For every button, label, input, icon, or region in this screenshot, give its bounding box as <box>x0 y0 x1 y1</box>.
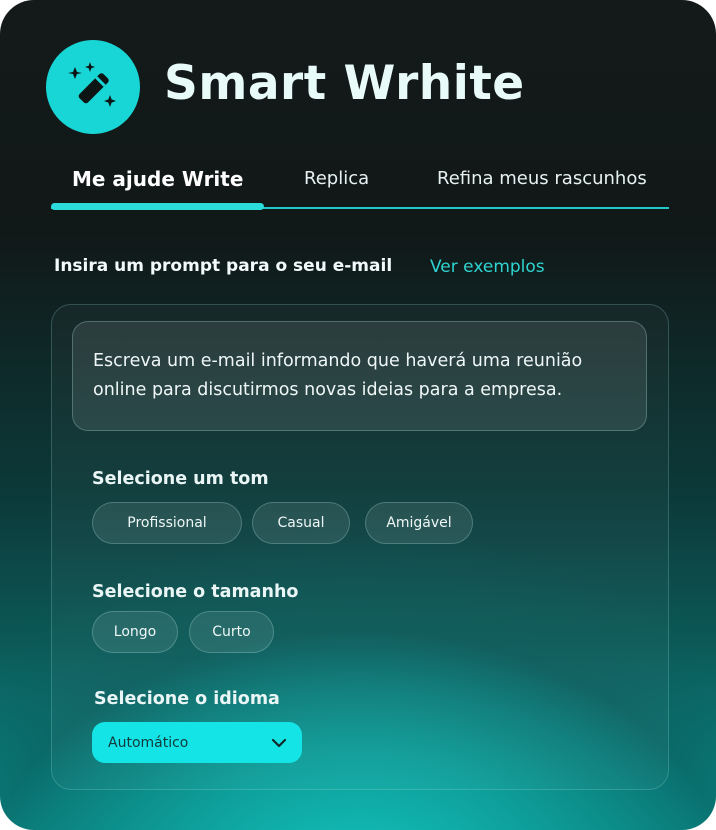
app-title: Smart Wrhite <box>164 56 525 111</box>
size-chip-longo[interactable]: Longo <box>92 611 178 653</box>
tab-refina-rascunhos[interactable]: Refina meus rascunhos <box>437 168 647 189</box>
chevron-down-icon <box>271 738 287 748</box>
size-chip-curto[interactable]: Curto <box>189 611 274 653</box>
options-card: Escreva um e-mail informando que haverá … <box>51 304 669 790</box>
tone-chip-amigavel[interactable]: Amigável <box>365 502 473 544</box>
tone-chip-casual[interactable]: Casual <box>252 502 350 544</box>
tab-me-ajude-write[interactable]: Me ajude Write <box>72 167 243 191</box>
language-label: Selecione o idioma <box>94 689 280 709</box>
language-select[interactable]: Automático <box>92 722 302 763</box>
app-logo <box>46 40 140 134</box>
prompt-input[interactable]: Escreva um e-mail informando que haverá … <box>72 321 647 431</box>
tone-label: Selecione um tom <box>92 469 269 489</box>
size-label: Selecione o tamanho <box>92 582 299 602</box>
see-examples-link[interactable]: Ver exemplos <box>430 257 545 277</box>
tab-bar: Me ajude Write Replica Refina meus rascu… <box>51 160 669 210</box>
tone-chip-profissional[interactable]: Profissional <box>92 502 242 544</box>
magic-wand-icon <box>68 62 116 107</box>
tab-replica[interactable]: Replica <box>304 168 369 189</box>
prompt-label: Insira um prompt para o seu e-mail <box>54 256 393 276</box>
language-selected-value: Automático <box>108 734 189 751</box>
smart-write-panel: Smart Wrhite Me ajude Write Replica Refi… <box>0 0 716 830</box>
active-tab-indicator <box>51 203 264 210</box>
